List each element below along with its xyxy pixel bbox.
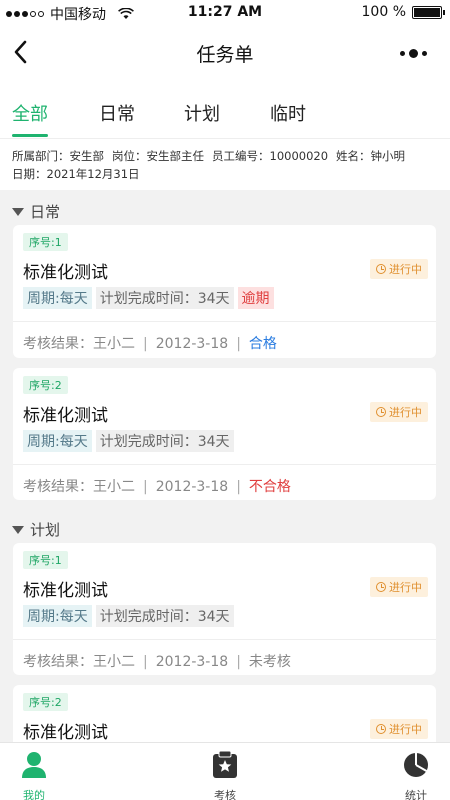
result-date: 2012-3-18 [155, 336, 229, 352]
user-icon [22, 752, 46, 778]
status-badge: 进行中 [370, 259, 428, 279]
plan-time-tag: 计划完成时间：34天 [95, 605, 234, 627]
page-title: 任务单 [196, 44, 254, 66]
result-label: 考核结果：王小二 [23, 654, 135, 670]
result-value: 未考核 [248, 654, 291, 670]
section-plan[interactable]: 计划 [12, 519, 60, 540]
battery-icon [412, 5, 445, 19]
clock-icon [376, 582, 386, 592]
status-text: 进行中 [389, 406, 422, 419]
result-date: 2012-3-18 [155, 654, 229, 670]
status-text: 进行中 [389, 263, 422, 276]
task-card[interactable]: 序号:2 标准化测试 进行中 周期:每天 计划完成时间：34天 考核结果：王小二… [13, 368, 436, 500]
status-bar: 中国移动 11:27 AM 100 % [0, 0, 450, 26]
task-card[interactable]: 序号:1 标准化测试 进行中 周期:每天 计划完成时间：34天 逾期 考核结果：… [13, 225, 436, 358]
assessment-result: 考核结果：王小二 | 2012-3-18 | 不合格 [23, 479, 291, 495]
section-title: 计划 [30, 521, 61, 539]
info-dept: 所属部门：安生部 [12, 149, 104, 163]
status-text: 进行中 [389, 581, 422, 594]
clipboard-star-icon [213, 751, 237, 778]
result-label: 考核结果：王小二 [23, 336, 135, 352]
task-tags: 周期:每天 计划完成时间：34天 [23, 430, 234, 452]
info-name: 姓名：钟小明 [336, 149, 406, 163]
seq-badge: 序号:2 [23, 376, 68, 394]
tab-all[interactable]: 全部 [12, 100, 48, 126]
nav-bar: 任务单 [0, 26, 450, 78]
bottom-tab-label: 我的 [23, 789, 45, 800]
task-card[interactable]: 序号:1 标准化测试 进行中 周期:每天 计划完成时间：34天 考核结果：王小二… [13, 543, 436, 675]
result-value: 合格 [248, 336, 277, 352]
info-post: 岗位：安生部主任 [112, 149, 204, 163]
divider [13, 321, 436, 322]
bottom-tab-bar: 我的 考核 统计 [0, 742, 450, 800]
status-text: 进行中 [389, 723, 422, 736]
info-date: 日期：2021年12月31日 [12, 167, 140, 181]
seq-badge: 序号:1 [23, 551, 68, 569]
clock-icon [376, 724, 386, 734]
triangle-down-icon [12, 525, 24, 534]
period-tag: 周期:每天 [23, 430, 92, 452]
tab-temporary[interactable]: 临时 [270, 100, 306, 126]
divider [13, 639, 436, 640]
status-badge: 进行中 [370, 402, 428, 422]
result-value: 不合格 [248, 479, 291, 495]
status-badge: 进行中 [370, 577, 428, 597]
tab-daily[interactable]: 日常 [99, 100, 135, 126]
bottom-tab-label: 考核 [214, 789, 236, 800]
bottom-tab-label: 统计 [405, 789, 427, 800]
clock-icon [376, 264, 386, 274]
result-label: 考核结果：王小二 [23, 479, 135, 495]
pie-chart-icon [404, 753, 428, 777]
task-title: 标准化测试 [23, 581, 108, 601]
task-title: 标准化测试 [23, 263, 108, 283]
task-tags: 周期:每天 计划完成时间：34天 [23, 605, 234, 627]
tab-plan[interactable]: 计划 [184, 100, 220, 126]
status-badge: 进行中 [370, 719, 428, 739]
task-title: 标准化测试 [23, 723, 108, 743]
result-date: 2012-3-18 [155, 479, 229, 495]
employee-info: 所属部门：安生部 岗位：安生部主任 员工编号：10000020 姓名：钟小明 日期：2… [0, 138, 450, 190]
section-daily[interactable]: 日常 [12, 201, 60, 222]
triangle-down-icon [12, 207, 24, 216]
seq-badge: 序号:1 [23, 233, 68, 251]
tab-active-indicator [12, 134, 48, 137]
overdue-tag: 逾期 [237, 287, 274, 309]
assessment-result: 考核结果：王小二 | 2012-3-18 | 合格 [23, 336, 277, 352]
task-tags: 周期:每天 计划完成时间：34天 逾期 [23, 287, 274, 309]
divider [13, 464, 436, 465]
assessment-result: 考核结果：王小二 | 2012-3-18 | 未考核 [23, 654, 291, 670]
clock-icon [376, 407, 386, 417]
period-tag: 周期:每天 [23, 605, 92, 627]
battery-percent: 100 % [361, 4, 406, 20]
status-right: 100 % [361, 4, 445, 20]
seq-badge: 序号:2 [23, 693, 68, 711]
info-emp-no: 员工编号：10000020 [212, 149, 329, 163]
section-title: 日常 [30, 203, 61, 221]
plan-time-tag: 计划完成时间：34天 [95, 430, 234, 452]
tab-bar: 全部 日常 计划 临时 [0, 78, 450, 138]
more-dots-icon[interactable] [400, 42, 436, 64]
task-title: 标准化测试 [23, 406, 108, 426]
plan-time-tag: 计划完成时间：34天 [95, 287, 234, 309]
period-tag: 周期:每天 [23, 287, 92, 309]
